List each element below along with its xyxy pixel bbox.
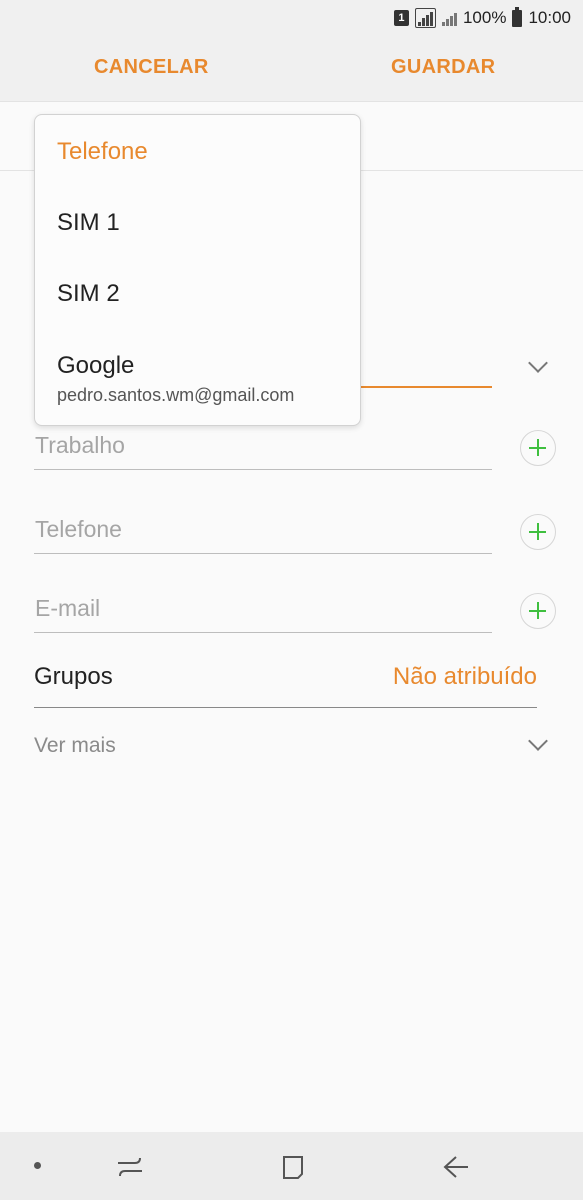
save-button[interactable]: GUARDAR bbox=[391, 56, 495, 79]
battery-percent: 100% bbox=[462, 8, 507, 27]
work-field[interactable]: Trabalho bbox=[34, 420, 492, 470]
see-more-label[interactable]: Ver mais bbox=[34, 734, 116, 758]
signal-sim1-icon bbox=[414, 8, 436, 28]
back-icon[interactable] bbox=[442, 1154, 470, 1180]
dropdown-item-sim2[interactable]: SIM 2 bbox=[57, 280, 120, 308]
chevron-down-icon[interactable] bbox=[528, 353, 548, 373]
add-email-button[interactable] bbox=[520, 593, 556, 629]
nav-dot-icon[interactable] bbox=[34, 1162, 41, 1169]
sim-icon: 1 bbox=[393, 10, 409, 26]
home-icon[interactable] bbox=[280, 1154, 306, 1180]
groups-value[interactable]: Não atribuído bbox=[393, 663, 537, 691]
dropdown-item-google-email: pedro.santos.wm@gmail.com bbox=[57, 385, 295, 405]
cancel-button[interactable]: CANCELAR bbox=[94, 56, 209, 79]
clock: 10:00 bbox=[528, 8, 571, 27]
signal-sim2-icon bbox=[441, 10, 457, 26]
email-field-placeholder: E-mail bbox=[35, 595, 101, 621]
add-work-button[interactable] bbox=[520, 430, 556, 466]
add-phone-button[interactable] bbox=[520, 514, 556, 550]
dropdown-item-google[interactable]: Google bbox=[57, 352, 134, 380]
dropdown-item-phone[interactable]: Telefone bbox=[57, 138, 148, 166]
groups-label: Grupos bbox=[34, 663, 113, 690]
action-bar: CANCELAR GUARDAR bbox=[0, 36, 583, 102]
screen: 1 100% 10:00 CANCELAR GUARDAR Trabalho T… bbox=[0, 0, 583, 1200]
groups-row[interactable]: Grupos Não atribuído bbox=[34, 654, 537, 708]
phone-field-placeholder: Telefone bbox=[35, 516, 122, 542]
battery-icon bbox=[512, 6, 523, 27]
status-bar: 1 100% 10:00 bbox=[0, 0, 583, 36]
dropdown-item-sim1[interactable]: SIM 1 bbox=[57, 209, 120, 237]
account-dropdown: Telefone SIM 1 SIM 2 Google pedro.santos… bbox=[34, 114, 361, 426]
phone-field[interactable]: Telefone bbox=[34, 504, 492, 554]
work-field-placeholder: Trabalho bbox=[35, 432, 125, 458]
email-field[interactable]: E-mail bbox=[34, 583, 492, 633]
see-more-chevron-icon[interactable] bbox=[528, 731, 548, 751]
navigation-bar bbox=[0, 1132, 583, 1200]
recent-apps-icon[interactable] bbox=[115, 1154, 145, 1180]
